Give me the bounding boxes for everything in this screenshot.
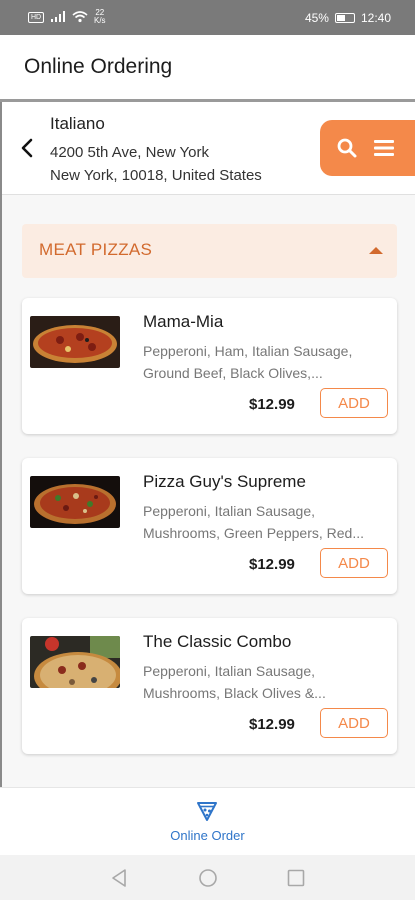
recents-square-icon[interactable]	[287, 869, 305, 887]
sim-icon: HD	[28, 11, 44, 23]
network-speed: 22 K/s	[94, 9, 106, 25]
item-description-line2: Mushrooms, Green Peppers, Red...	[143, 525, 364, 541]
back-triangle-icon[interactable]	[110, 868, 128, 888]
store-name: Italiano	[50, 114, 105, 133]
item-name: Pizza Guy's Supreme	[143, 472, 306, 491]
status-bar: HD 22 K/s 45% 12:40	[0, 0, 415, 35]
pizza-image	[30, 316, 120, 368]
item-name: The Classic Combo	[143, 632, 292, 651]
store-bar: Italiano 4200 5th Ave, New York New York…	[2, 102, 415, 195]
category-header-meat-pizzas[interactable]: MEAT PIZZAS	[22, 224, 397, 278]
action-pill	[320, 120, 415, 176]
home-circle-icon[interactable]	[198, 868, 218, 888]
menu-item-card[interactable]: Mama-Mia Pepperoni, Ham, Italian Sausage…	[22, 298, 397, 434]
pizza-slice-icon	[197, 802, 217, 821]
network-speed-unit: K/s	[94, 16, 106, 25]
status-right: 45% 12:40	[305, 11, 391, 25]
search-icon[interactable]	[336, 137, 358, 159]
menu-icon[interactable]	[374, 139, 394, 157]
menu-item-card[interactable]: Pizza Guy's Supreme Pepperoni, Italian S…	[22, 458, 397, 594]
battery-percent: 45%	[304, 11, 329, 25]
main-content[interactable]: Italiano 4200 5th Ave, New York New York…	[0, 102, 415, 787]
menu-item-card[interactable]: The Classic Combo Pepperoni, Italian Sau…	[22, 618, 397, 754]
clock: 12:40	[360, 11, 391, 25]
item-description: Pepperoni, Italian Sausage, Mushrooms, B…	[143, 660, 373, 704]
item-description: Pepperoni, Ham, Italian Sausage, Ground …	[143, 340, 373, 384]
item-description-line1: Pepperoni, Italian Sausage,	[143, 663, 316, 679]
item-description-line1: Pepperoni, Ham, Italian Sausage,	[143, 343, 353, 359]
signal-icon	[51, 11, 65, 22]
item-price: $12.99	[249, 396, 295, 413]
store-address-line1: 4200 5th Ave, New York	[50, 144, 210, 161]
bottom-nav: Online Order	[0, 787, 415, 856]
wifi-icon	[72, 11, 88, 23]
item-description-line2: Ground Beef, Black Olives,...	[143, 365, 323, 381]
item-name: Mama-Mia	[143, 312, 224, 331]
back-arrow-icon[interactable]	[16, 136, 40, 160]
add-button[interactable]: ADD	[320, 708, 388, 738]
item-description-line2: Mushrooms, Black Olives &...	[143, 685, 326, 701]
chevron-up-icon[interactable]	[367, 242, 385, 260]
pizza-image	[30, 636, 120, 688]
app-header: Online Ordering	[0, 35, 415, 99]
add-button[interactable]: ADD	[320, 548, 388, 578]
status-left: HD 22 K/s	[28, 9, 106, 25]
battery-icon	[334, 13, 355, 23]
pizza-image	[30, 476, 120, 528]
page-title: Online Ordering	[24, 55, 173, 78]
item-description: Pepperoni, Italian Sausage, Mushrooms, G…	[143, 500, 373, 544]
category-title: MEAT PIZZAS	[39, 240, 153, 259]
item-price: $12.99	[249, 556, 295, 573]
system-nav-bar	[0, 855, 415, 900]
nav-label: Online Order	[170, 828, 245, 843]
item-price: $12.99	[249, 716, 295, 733]
item-description-line1: Pepperoni, Italian Sausage,	[143, 503, 316, 519]
store-address-line2: New York, 10018, United States	[50, 167, 262, 184]
add-button[interactable]: ADD	[320, 388, 388, 418]
